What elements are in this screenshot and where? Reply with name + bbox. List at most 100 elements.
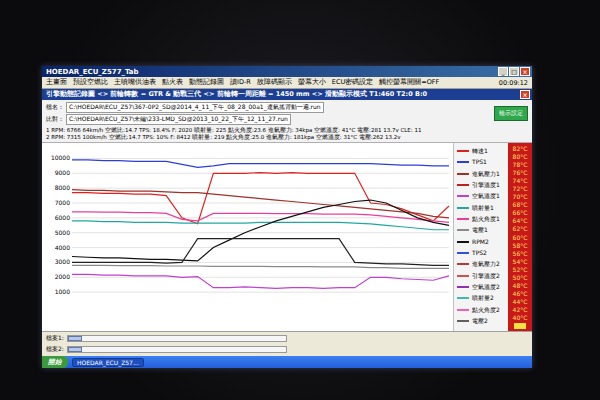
scroller-label: 檔案2: xyxy=(46,345,64,354)
gauge-tick: 62°C xyxy=(508,225,532,232)
svg-text:3000: 3000 xyxy=(55,258,70,265)
gauge-tick: 40°C xyxy=(508,314,532,321)
legend-item[interactable]: RPM2 xyxy=(457,238,506,246)
file-info: 檔名：C:\HOEDAR\ECU_Z57\367-0P2_SD@2014_4_1… xyxy=(42,100,532,127)
legend-item[interactable]: 引擎溫度2 xyxy=(457,272,506,280)
window-control[interactable]: × xyxy=(520,67,530,76)
legend-item[interactable]: 空氣溫度2 xyxy=(457,283,506,291)
series-line xyxy=(72,274,449,288)
menu-item[interactable]: 動態記錄圖 xyxy=(189,78,224,87)
legend-swatch xyxy=(457,195,469,197)
y-tick: 1000 xyxy=(55,288,449,295)
menu-item[interactable]: 螢幕大小 xyxy=(298,78,326,87)
legend-item[interactable]: TPS2 xyxy=(457,249,506,257)
scroll-thumb[interactable] xyxy=(68,347,82,352)
y-tick: 8000 xyxy=(55,184,449,191)
menu-item[interactable]: 預設空燃比 xyxy=(73,78,108,87)
file-row: 檔名：C:\HOEDAR\ECU_Z57\367-0P2_SD@2014_4_1… xyxy=(46,102,490,113)
legend-item[interactable]: 噴射量2 xyxy=(457,294,506,302)
legend-item[interactable]: 引擎溫度1 xyxy=(457,181,506,189)
menu-item[interactable]: 點火表 xyxy=(162,78,183,87)
start-button[interactable]: 開始 xyxy=(42,356,68,368)
gauge-tick: 78°C xyxy=(508,161,532,168)
file-path[interactable]: C:\HOEDAR\ECU_Z57\367-0P2_SD@2014_4_11_下… xyxy=(66,102,324,113)
scroll-track[interactable] xyxy=(67,346,287,353)
legend-item[interactable]: 進氣壓力1 xyxy=(457,170,506,178)
legend-item[interactable]: 進氣壓力2 xyxy=(457,260,506,268)
legend-swatch xyxy=(457,275,469,277)
gauge-tick: 54°C xyxy=(508,258,532,265)
y-tick: 4000 xyxy=(55,244,449,251)
clock: 00:09:12 xyxy=(499,79,528,87)
temperature-gauge: 82°C80°C78°C76°C74°C72°C70°C68°C66°C64°C… xyxy=(508,143,532,331)
svg-text:5000: 5000 xyxy=(55,229,70,236)
legend-label: 進氣壓力1 xyxy=(472,170,500,178)
gauge-tick: 44°C xyxy=(508,298,532,305)
taskbar: 開始 HOEDAR_ECU_Z57... xyxy=(42,356,532,368)
legend-swatch xyxy=(457,241,469,243)
legend-item[interactable]: 點火角度2 xyxy=(457,306,506,314)
legend-label: 空氣溫度2 xyxy=(472,283,500,291)
svg-text:9000: 9000 xyxy=(55,169,70,176)
legend-item[interactable]: 電壓1 xyxy=(457,226,506,234)
legend-item[interactable]: 電壓2 xyxy=(457,317,506,325)
gauge-tick: 80°C xyxy=(508,153,532,160)
svg-text:6000: 6000 xyxy=(55,214,70,221)
menu-item[interactable]: ECU密碼設定 xyxy=(332,78,373,87)
menu-item[interactable]: 主噴嘴供油表 xyxy=(114,78,156,87)
gauge-tick: 56°C xyxy=(508,250,532,257)
scroll-track[interactable] xyxy=(67,335,287,342)
readouts: 1 RPM: 6766 64km/h 空燃比:14.7 TPS: 18.4% F… xyxy=(42,127,532,143)
legend-label: 引擎溫度2 xyxy=(472,272,500,280)
window-title: HOEDAR_ECU_Z577_Tab xyxy=(46,68,497,76)
file-row: 比對：C:\HOEDAR\ECU_Z57\未編\233-LMD_SD@2013_… xyxy=(46,114,490,125)
readout-row: 2 RPM: 7315 100km/h 空燃比:14.7 TPS: 10% F:… xyxy=(46,134,528,141)
legend-item[interactable]: 點火角度1 xyxy=(457,215,506,223)
window-control[interactable]: □ xyxy=(509,67,519,76)
menu-item[interactable]: 故障碼顯示 xyxy=(257,78,292,87)
gauge-marker xyxy=(514,323,526,329)
gauge-tick: 82°C xyxy=(508,145,532,152)
scroll-thumb[interactable] xyxy=(68,336,82,341)
legend-label: 噴射量2 xyxy=(472,294,494,302)
task-button[interactable]: HOEDAR_ECU_Z57... xyxy=(72,358,144,367)
svg-text:2000: 2000 xyxy=(55,273,70,280)
svg-text:1000: 1000 xyxy=(55,288,70,295)
gauge-tick: 58°C xyxy=(508,242,532,249)
screen: HOEDAR_ECU_Z577_Tab_□×主畫面預設空燃比主噴嘴供油表點火表動… xyxy=(42,66,532,368)
legend-item[interactable]: 噴射量1 xyxy=(457,204,506,212)
gauge-tick: 60°C xyxy=(508,234,532,241)
app-window: HOEDAR_ECU_Z577_Tab_□×主畫面預設空燃比主噴嘴供油表點火表動… xyxy=(42,66,532,356)
menu-bar: 主畫面預設空燃比主噴嘴供油表點火表動態記錄圖讀ID-R 故障碼顯示螢幕大小 ECU密… xyxy=(42,77,532,89)
gauge-tick: 48°C xyxy=(508,282,532,289)
legend-label: TPS1 xyxy=(472,158,487,166)
window-control[interactable]: _ xyxy=(498,67,508,76)
file-label: 檔名： xyxy=(46,103,64,112)
legend-label: 轉速1 xyxy=(472,147,488,155)
legend-swatch xyxy=(457,184,469,186)
series-line xyxy=(72,160,449,167)
gauge-tick: 68°C xyxy=(508,201,532,208)
legend-item[interactable]: 空氣溫度1 xyxy=(457,192,506,200)
scroller-row: 檔案1: xyxy=(46,334,528,343)
file-path[interactable]: C:\HOEDAR\ECU_Z57\未編\233-LMD_SD@2013_10_… xyxy=(66,114,291,125)
panel-title: 引擎動態記錄圖 <> 前輪轉數 = GTR & 動戰三代 <> 前輪轉一周距離 … xyxy=(46,90,519,99)
menu-item[interactable]: 主畫面 xyxy=(46,78,67,87)
series-line xyxy=(72,239,449,266)
legend-item[interactable]: TPS1 xyxy=(457,158,506,166)
chart-area: 1000090008000700060005000400030002000100… xyxy=(42,143,532,331)
svg-text:8000: 8000 xyxy=(55,184,70,191)
settings-button[interactable]: 檢示設定 xyxy=(494,106,528,121)
menu-item[interactable]: 讀ID-R xyxy=(230,78,251,87)
series-line xyxy=(72,265,449,268)
monitor: HOEDAR_ECU_Z577_Tab_□×主畫面預設空燃比主噴嘴供油表點火表動… xyxy=(0,0,600,400)
y-tick: 2000 xyxy=(55,273,449,280)
close-button[interactable]: × xyxy=(520,90,530,99)
legend-item[interactable]: 轉速1 xyxy=(457,147,506,155)
gauge-tick: 76°C xyxy=(508,169,532,176)
gauge-tick: 42°C xyxy=(508,306,532,313)
gauge-tick: 64°C xyxy=(508,217,532,224)
legend: 轉速1 TPS1 進氣壓力1 引擎溫度1 空氣溫度1 噴射量1 點火角度1 電壓1 RPM2 TP… xyxy=(453,143,508,331)
series-line xyxy=(72,212,449,222)
menu-item[interactable]: 觸控螢幕開關=OFF xyxy=(379,78,439,87)
